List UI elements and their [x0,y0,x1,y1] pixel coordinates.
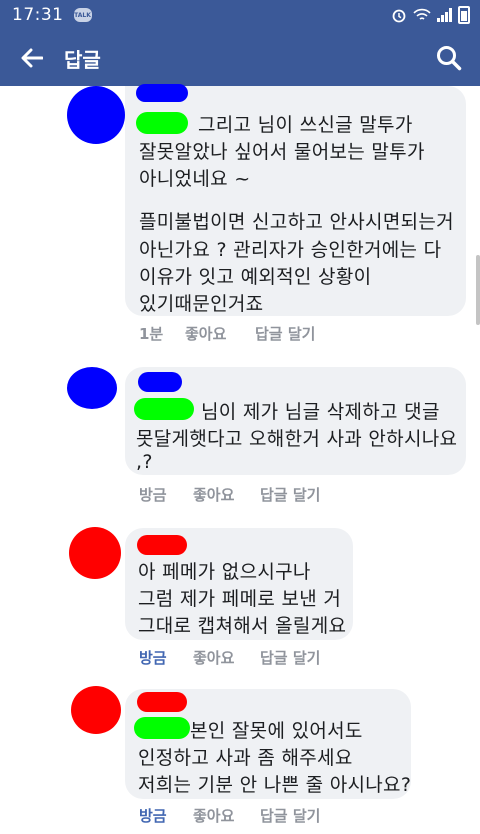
like-button[interactable]: 좋아요 [193,805,234,826]
status-icons [391,0,470,30]
redacted-name [136,84,188,102]
reply-button[interactable]: 답글 달기 [260,805,320,826]
comment-timestamp: 방금 [139,807,167,825]
like-button[interactable]: 좋아요 [193,484,234,505]
redacted-name [138,372,182,392]
comment-text-line: 못달게햇다고 오해한거 사과 안하시나요 [136,428,458,450]
comment-text-line: 님이 제가 님글 삭제하고 댓글 [201,401,440,423]
comment-text-line: 아닌가요 ? 관리자가 승인한거에는 다 [139,239,442,261]
back-button[interactable] [0,30,64,86]
scrollbar[interactable] [476,255,480,325]
redacted-mention [134,717,190,739]
comment-text-line: 그대로 캡쳐해서 올릴게요 [138,615,347,637]
comment-text-line: 그리고 님이 쓰신글 말투가 [198,114,413,136]
battery-icon [458,6,470,24]
alarm-icon [392,9,406,23]
redacted-name [137,535,187,555]
comment-text-line: 인정하고 사과 좀 해주세요 [138,747,353,769]
redacted-mention [134,398,194,420]
comment-text-line: ,? [136,451,153,473]
comment-text-line: 본인 잘못에 있어서도 [190,720,363,742]
search-icon [437,46,462,71]
comment-text-line: 있기때문인거죠 [139,293,264,315]
search-button[interactable] [432,41,466,75]
comment-timestamp: 방금 [139,649,167,667]
comment-text-line: 잘못알았나 싶어서 물어보는 말투가 [139,141,425,163]
reply-button[interactable]: 답글 달기 [260,647,320,668]
back-arrow-icon [21,48,43,68]
comment-text-line: 아니었네요 ~ [139,168,251,190]
reply-button[interactable]: 답글 달기 [255,323,315,344]
reply-button[interactable]: 답글 달기 [260,484,320,505]
comment-text-line: 저희는 기분 안 나쁜 줄 아시나요? [138,774,412,796]
redacted-mention [136,112,188,134]
redacted-name [137,692,187,712]
status-bar: 17:31 TALK [0,0,480,30]
avatar[interactable] [67,86,125,144]
status-time: 17:31 [12,5,64,25]
avatar[interactable] [71,686,121,734]
like-button[interactable]: 좋아요 [193,647,234,668]
comment-timestamp: 1분 [139,325,164,343]
comment-text-line: 아 페메가 없으시구나 [138,561,311,583]
talk-notification-icon: TALK [73,8,92,22]
app-bar: 답글 [0,30,480,86]
wifi-icon [413,8,431,20]
like-button[interactable]: 좋아요 [185,323,226,344]
comment-timestamp: 방금 [139,486,167,504]
comment-text-line: 이유가 잇고 예외적인 상황이 [139,266,372,288]
avatar[interactable] [67,367,117,409]
comment-text-line: 그럼 제가 페메로 보낸 거 [138,588,342,610]
avatar[interactable] [69,527,121,579]
page-title: 답글 [64,47,101,72]
signal-icon [437,8,452,22]
comment-text-line: 플미불법이면 신고하고 안사시면되는거 [139,211,454,233]
